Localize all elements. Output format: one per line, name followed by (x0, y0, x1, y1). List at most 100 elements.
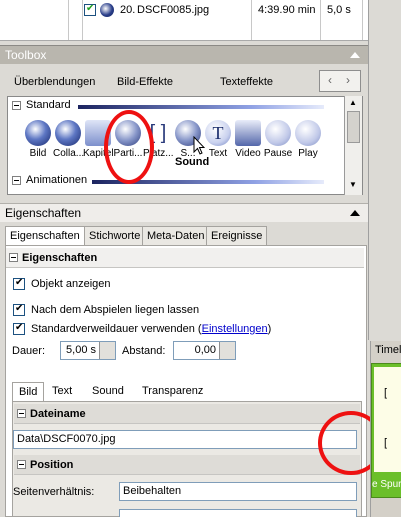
timeline-panel: Timeli [ [ e Spur (370, 341, 401, 517)
tab-text[interactable]: Text (46, 382, 78, 402)
properties-tabs: Eigenschaften Stichworte Meta-Daten Erei… (5, 226, 365, 246)
duration-value: 5,00 s (66, 344, 96, 356)
tool-video[interactable]: Video (233, 120, 263, 159)
tool-bild[interactable]: Bild (23, 120, 53, 159)
picture-icon (25, 120, 51, 146)
timeline-label: Timeli (375, 344, 401, 356)
collapse-section-icon[interactable] (17, 460, 26, 469)
tool-label: Bild (29, 148, 47, 159)
default-duration-suffix: ) (267, 323, 272, 335)
collapse-icon[interactable] (350, 210, 360, 216)
gap-stepper[interactable]: 0,00 (173, 341, 236, 360)
gap-label: Abstand: (122, 345, 166, 357)
keep-after-play-label: Nach dem Abspielen liegen lassen (31, 304, 200, 316)
collapse-section-icon[interactable] (9, 253, 18, 262)
duration-stepper[interactable]: 5,00 s (60, 341, 116, 360)
column-divider (362, 0, 363, 40)
section-dateiname[interactable]: Dateiname (14, 404, 360, 424)
section-title: Dateiname (30, 408, 86, 420)
duration-label: Dauer: (12, 345, 46, 357)
tool-label: Video (235, 148, 261, 159)
tab-uberblendungen[interactable]: Überblendungen (14, 76, 95, 88)
highlight-ring (104, 110, 154, 184)
tab-eigenschaften[interactable]: Eigenschaften (5, 226, 85, 246)
video-icon (235, 120, 261, 146)
collapse-section-icon[interactable] (17, 409, 26, 418)
right-scroll-strip[interactable] (368, 0, 401, 340)
tooltip: Sound (173, 156, 212, 168)
tab-transparenz[interactable]: Transparenz (136, 382, 209, 402)
settings-link[interactable]: Einstellungen (202, 323, 268, 335)
tab-bild-effekte[interactable]: Bild-Effekte (117, 76, 173, 88)
scroll-down-icon[interactable]: ▼ (349, 180, 357, 189)
section-title: Eigenschaften (22, 252, 98, 264)
section-title: Position (30, 459, 74, 471)
column-divider (251, 0, 252, 40)
tree-line (68, 0, 69, 40)
tool-pause[interactable]: Pause (263, 120, 293, 159)
file-row[interactable]: 20. DSCF0085.jpg 4:39.90 min 5,0 s (0, 3, 368, 19)
clip-label: e Spur (372, 479, 401, 490)
timeline-clip[interactable]: [ [ e Spur (371, 363, 401, 498)
tab-sound[interactable]: Sound (86, 382, 130, 402)
file-checkbox[interactable] (84, 3, 96, 16)
tab-bild[interactable]: Bild (12, 382, 45, 402)
scroll-up-icon[interactable]: ▲ (349, 98, 357, 107)
default-duration-prefix: Standardverweildauer verwenden ( (31, 323, 202, 335)
play-icon (295, 120, 321, 146)
default-duration-checkbox[interactable] (13, 322, 25, 335)
toolbox-scrollbar[interactable]: ▲ ▼ (344, 96, 362, 195)
aspect-label: Seitenverhältnis: (13, 486, 95, 498)
column-divider (82, 0, 83, 40)
text-icon: T (205, 120, 231, 146)
filename-field[interactable]: Data\DSCF0070.jpg (13, 430, 357, 449)
file-length: 5,0 s (327, 4, 351, 16)
tab-meta-daten[interactable]: Meta-Daten (142, 226, 210, 246)
clip-thumb: [ [ (374, 367, 401, 472)
column-divider (320, 0, 321, 40)
spin-icon[interactable] (219, 342, 235, 359)
tab-scroll-buttons[interactable]: ‹ › (319, 70, 361, 92)
disc-icon (100, 3, 114, 17)
aspect-select[interactable]: Beibehalten (119, 482, 357, 501)
properties-title: Eigenschaften (5, 206, 82, 220)
tool-label: Play (298, 148, 318, 159)
group-standard: Standard (26, 99, 71, 111)
chevron-left-icon[interactable]: ‹ (328, 73, 332, 87)
gap-value: 0,00 (194, 344, 216, 356)
media-tabs: Bild Text Sound Transparenz (12, 382, 358, 402)
default-duration-label: Standardverweildauer verwenden (Einstell… (31, 323, 271, 335)
section-eigenschaften[interactable]: Eigenschaften (6, 248, 364, 268)
show-object-label: Objekt anzeigen (31, 278, 111, 290)
file-list: 20. DSCF0085.jpg 4:39.90 min 5,0 s (0, 0, 368, 41)
file-duration: 4:39.90 min (258, 4, 316, 16)
file-number: 20. (120, 4, 136, 16)
show-object-checkbox[interactable] (13, 277, 25, 290)
chevron-right-icon[interactable]: › (346, 73, 350, 87)
tool-text[interactable]: T Text (203, 120, 233, 159)
toolbox-header[interactable]: Toolbox (0, 45, 368, 64)
collapse-icon[interactable] (350, 52, 360, 58)
tool-play[interactable]: Play (293, 120, 323, 159)
file-name: DSCF0085.jpg (137, 4, 210, 16)
collapse-animationen-icon[interactable] (12, 176, 21, 185)
tool-label: Colla... (53, 148, 85, 159)
next-field[interactable] (119, 509, 357, 517)
tab-texteffekte[interactable]: Texteffekte (220, 76, 273, 88)
collage-icon (55, 120, 81, 146)
scroll-thumb[interactable] (347, 111, 360, 143)
toolbox-title: Toolbox (5, 48, 47, 62)
tab-stichworte[interactable]: Stichworte (84, 226, 146, 246)
spin-icon[interactable] (99, 342, 115, 359)
collapse-standard-icon[interactable] (12, 101, 21, 110)
section-position[interactable]: Position (14, 455, 360, 475)
keep-after-play-checkbox[interactable] (13, 303, 25, 316)
properties-header[interactable]: Eigenschaften (0, 203, 368, 222)
bracket-bottom: [ (384, 437, 388, 449)
cursor-icon (193, 136, 205, 155)
tool-label: Pause (263, 148, 293, 159)
tab-ereignisse[interactable]: Ereignisse (206, 226, 268, 246)
tool-collage[interactable]: Colla... (53, 120, 85, 159)
pause-icon (265, 120, 291, 146)
group-divider (78, 105, 324, 109)
